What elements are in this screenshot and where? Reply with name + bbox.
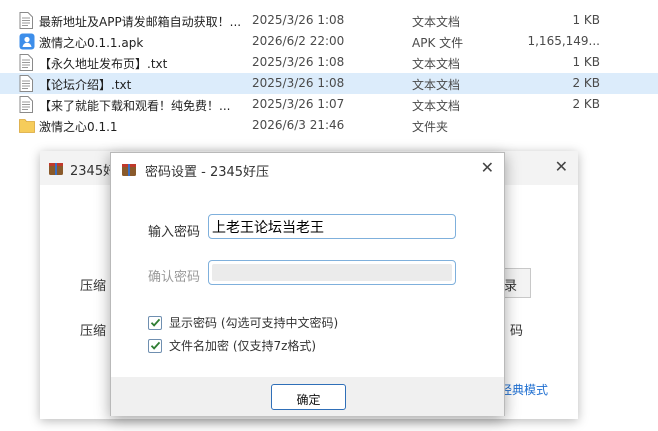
file-row[interactable]: 【来了就能下载和观看！纯免费！... 2025/3/26 1:07 文本文档 2… (0, 94, 658, 115)
file-date: 2025/3/26 1:08 (252, 13, 345, 27)
file-type: 文本文档 (412, 78, 461, 92)
password-dialog: 密码设置 - 2345好压 ✕ 输入密码 确认密码 显示密码 (勾选可支持中文密… (110, 152, 505, 416)
apk-file-icon (19, 33, 35, 50)
password-label: 输入密码 (148, 225, 201, 240)
checkmark-icon (150, 341, 160, 350)
file-date: 2026/6/3 21:46 (252, 118, 345, 132)
file-type: 文件夹 (412, 120, 449, 134)
file-date: 2025/3/26 1:08 (252, 55, 345, 69)
text-file-icon (19, 12, 33, 29)
text-file-icon (19, 96, 33, 113)
file-date: 2025/3/26 1:08 (252, 76, 345, 90)
confirm-password-label: 确认密码 (148, 270, 201, 285)
encrypt-filenames-checkbox[interactable] (148, 338, 162, 353)
file-name: 【论坛介绍】.txt (39, 78, 132, 92)
file-name: 【永久地址发布页】.txt (39, 57, 168, 71)
bg-compress-label-2: 压缩 (80, 324, 107, 339)
folder-icon (19, 117, 35, 134)
file-type: 文本文档 (412, 99, 461, 113)
file-size: 1 KB (572, 13, 600, 27)
app-logo-icon (121, 161, 137, 180)
show-password-label: 显示密码 (勾选可支持中文密码) (169, 316, 339, 330)
file-name: 激情之心0.1.1.apk (39, 36, 144, 50)
app-logo-icon (48, 160, 64, 179)
text-file-icon (19, 75, 33, 92)
dialog-titlebar: 密码设置 - 2345好压 ✕ (111, 153, 504, 185)
file-size: 2 KB (572, 76, 600, 90)
confirm-password-input[interactable] (208, 260, 456, 285)
file-type: 文本文档 (412, 15, 461, 29)
file-name: 【来了就能下载和观看！纯免费！... (39, 99, 231, 113)
show-password-checkbox[interactable] (148, 315, 162, 330)
file-name: 激情之心0.1.1 (39, 120, 118, 134)
checkmark-icon (150, 318, 160, 327)
file-row[interactable]: 【永久地址发布页】.txt 2025/3/26 1:08 文本文档 1 KB (0, 52, 658, 73)
file-date: 2026/6/2 22:00 (252, 34, 345, 48)
file-row[interactable]: 最新地址及APP请发邮箱自动获取！... 2025/3/26 1:08 文本文档… (0, 10, 658, 31)
show-password-option[interactable]: 显示密码 (勾选可支持中文密码) (148, 314, 338, 331)
dialog-title: 密码设置 - 2345好压 (145, 165, 270, 180)
file-row[interactable]: 激情之心0.1.1.apk 2026/6/2 22:00 APK 文件 1,16… (0, 31, 658, 52)
file-size: 1,165,149... (527, 34, 600, 48)
file-type: APK 文件 (412, 36, 464, 50)
file-date: 2025/3/26 1:07 (252, 97, 345, 111)
encrypt-filenames-option[interactable]: 文件名加密 (仅支持7z格式) (148, 337, 316, 354)
file-row[interactable]: 激情之心0.1.1 2026/6/3 21:46 文件夹 (0, 115, 658, 136)
file-list: 最新地址及APP请发邮箱自动获取！... 2025/3/26 1:08 文本文档… (0, 10, 658, 136)
password-input[interactable] (208, 214, 456, 239)
bg-password-text: 码 (510, 324, 524, 339)
file-size: 2 KB (572, 97, 600, 111)
close-icon[interactable]: ✕ (555, 157, 568, 176)
confirm-password-disabled-fill (212, 264, 452, 281)
file-type: 文本文档 (412, 57, 461, 71)
file-row-selected[interactable]: 【论坛介绍】.txt 2025/3/26 1:08 文本文档 2 KB (0, 73, 658, 94)
file-name: 最新地址及APP请发邮箱自动获取！... (39, 15, 242, 29)
classic-mode-link[interactable]: 经典模式 (500, 381, 548, 398)
file-size: 1 KB (572, 55, 600, 69)
encrypt-filenames-label: 文件名加密 (仅支持7z格式) (169, 339, 317, 353)
text-file-icon (19, 54, 33, 71)
close-icon[interactable]: ✕ (481, 158, 494, 177)
bg-compress-label: 压缩 (80, 279, 107, 294)
ok-button[interactable]: 确定 (271, 384, 346, 410)
